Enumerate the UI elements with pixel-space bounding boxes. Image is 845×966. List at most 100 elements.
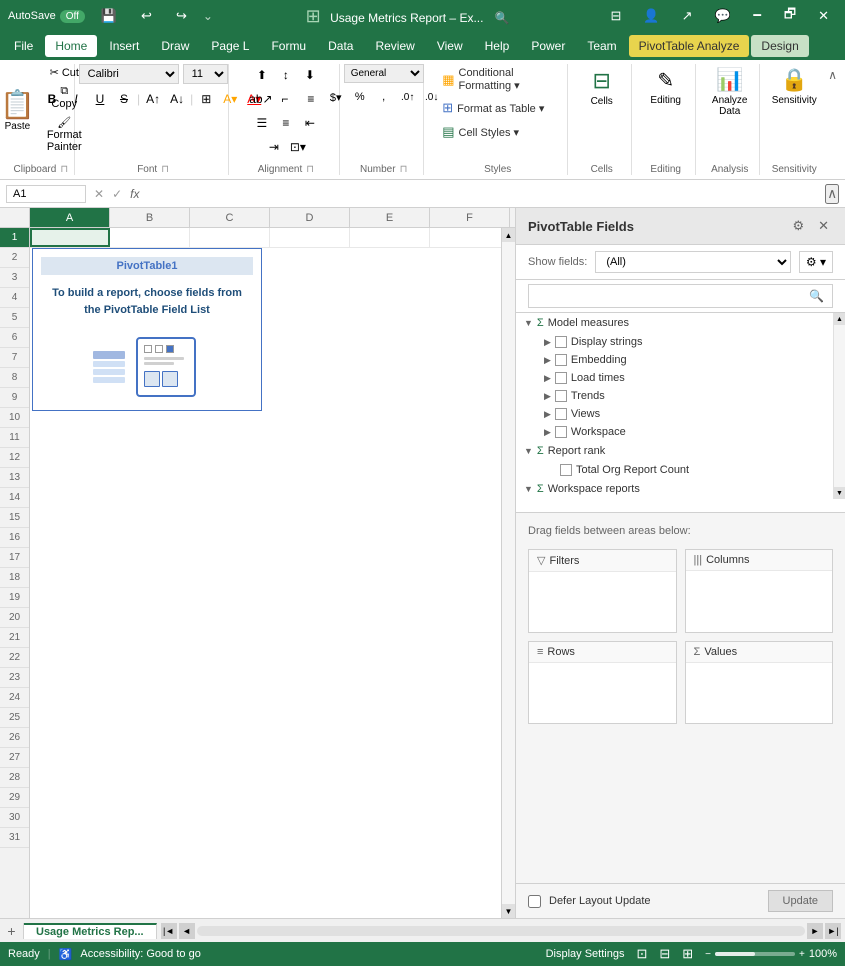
- menu-formulas[interactable]: Formu: [261, 35, 316, 57]
- vertical-scrollbar[interactable]: ▲ ▼: [501, 228, 515, 918]
- merge-button[interactable]: ⊡▾: [287, 136, 309, 158]
- row-num-26[interactable]: 26: [0, 728, 29, 748]
- view-page-layout-icon[interactable]: ⊟: [659, 946, 670, 962]
- borders-button[interactable]: ⊞: [195, 88, 217, 110]
- row-num-5[interactable]: 5: [0, 308, 29, 328]
- ribbon-toggle-button[interactable]: ⊟: [602, 4, 629, 28]
- row-num-18[interactable]: 18: [0, 568, 29, 588]
- font-expand-icon[interactable]: ⊓: [161, 164, 169, 175]
- cell-b1[interactable]: [110, 228, 190, 247]
- sheet-tab-usage-metrics[interactable]: Usage Metrics Rep...: [24, 923, 157, 939]
- checkbox-workspace[interactable]: [555, 426, 567, 438]
- row-num-1[interactable]: 1: [0, 228, 29, 248]
- align-top-button[interactable]: ⬆: [251, 64, 273, 86]
- row-num-17[interactable]: 17: [0, 548, 29, 568]
- col-header-e[interactable]: E: [350, 208, 430, 227]
- scroll-track[interactable]: [502, 242, 515, 904]
- scroll-up-button[interactable]: ▲: [502, 228, 515, 242]
- row-num-6[interactable]: 6: [0, 328, 29, 348]
- fields-scrollbar[interactable]: ▲ ▼: [833, 313, 845, 499]
- field-load-times[interactable]: ▶ Load times: [516, 369, 833, 387]
- strikethrough-button[interactable]: S: [113, 88, 135, 110]
- pivot-panel-close-button[interactable]: ✕: [814, 216, 833, 236]
- bold-button[interactable]: B: [41, 88, 63, 110]
- field-views[interactable]: ▶ Views: [516, 405, 833, 423]
- row-num-2[interactable]: 2: [0, 248, 29, 268]
- align-right-button[interactable]: ≡: [275, 112, 297, 134]
- undo-button[interactable]: ↩: [133, 4, 160, 28]
- row-num-27[interactable]: 27: [0, 748, 29, 768]
- font-family-select[interactable]: Calibri: [79, 64, 179, 84]
- menu-file[interactable]: File: [4, 35, 43, 57]
- indent-decrease-button[interactable]: ⇤: [299, 112, 321, 134]
- row-num-15[interactable]: 15: [0, 508, 29, 528]
- drag-zone-filters[interactable]: ▽ Filters: [528, 549, 677, 633]
- col-header-a[interactable]: A: [30, 208, 110, 227]
- help-button[interactable]: 👤: [635, 4, 667, 28]
- workspace-reports-header[interactable]: ▼ Σ Workspace reports: [516, 479, 833, 499]
- autosave-toggle[interactable]: Off: [60, 10, 85, 23]
- formula-input[interactable]: [143, 185, 821, 203]
- h-scroll-track[interactable]: [197, 926, 805, 936]
- cell-f1[interactable]: [430, 228, 510, 247]
- share-button[interactable]: ↗: [674, 4, 701, 28]
- checkbox-views[interactable]: [555, 408, 567, 420]
- row-num-8[interactable]: 8: [0, 368, 29, 388]
- font-size-select[interactable]: 11: [183, 64, 228, 84]
- field-embedding[interactable]: ▶ Embedding: [516, 351, 833, 369]
- fields-gear-button[interactable]: ⚙ ▾: [799, 251, 833, 273]
- drag-zone-rows[interactable]: ≡ Rows: [528, 641, 677, 724]
- report-rank-header[interactable]: ▼ Σ Report rank: [516, 441, 833, 461]
- alignment-expand-icon[interactable]: ⊓: [306, 164, 314, 175]
- drag-zone-values[interactable]: Σ Values: [685, 641, 834, 724]
- view-normal-icon[interactable]: ⊡: [636, 946, 647, 962]
- ribbon-collapse-button[interactable]: ∧: [828, 68, 837, 82]
- menu-team[interactable]: Team: [577, 35, 626, 57]
- restore-button[interactable]: 🗗: [776, 1, 804, 31]
- col-header-d[interactable]: D: [270, 208, 350, 227]
- row-num-13[interactable]: 13: [0, 468, 29, 488]
- row-num-23[interactable]: 23: [0, 668, 29, 688]
- menu-power[interactable]: Power: [521, 35, 575, 57]
- row-num-24[interactable]: 24: [0, 688, 29, 708]
- menu-help[interactable]: Help: [475, 35, 520, 57]
- menu-view[interactable]: View: [427, 35, 473, 57]
- field-trends[interactable]: ▶ Trends: [516, 387, 833, 405]
- wrap-text-button[interactable]: ⌐: [274, 88, 296, 110]
- col-header-c[interactable]: C: [190, 208, 270, 227]
- row-num-4[interactable]: 4: [0, 288, 29, 308]
- formula-expand-button[interactable]: ∧: [825, 184, 839, 204]
- increase-decimal-button[interactable]: .0↑: [397, 86, 419, 108]
- row-num-9[interactable]: 9: [0, 388, 29, 408]
- scroll-right-button[interactable]: ►: [807, 923, 823, 939]
- field-workspace[interactable]: ▶ Workspace: [516, 423, 833, 441]
- align-middle-button[interactable]: ↕: [275, 64, 297, 86]
- underline-button[interactable]: U: [89, 88, 111, 110]
- redo-button[interactable]: ↪: [168, 4, 195, 28]
- show-fields-select[interactable]: (All): [595, 251, 791, 273]
- add-sheet-button[interactable]: +: [0, 923, 24, 939]
- row-num-10[interactable]: 10: [0, 408, 29, 428]
- fields-scroll-up[interactable]: ▲: [834, 313, 845, 325]
- fields-scroll-down[interactable]: ▼: [834, 487, 845, 499]
- cell-d1[interactable]: [270, 228, 350, 247]
- row-num-16[interactable]: 16: [0, 528, 29, 548]
- indent-increase-button[interactable]: ⇥: [263, 136, 285, 158]
- menu-insert[interactable]: Insert: [99, 35, 149, 57]
- row-num-11[interactable]: 11: [0, 428, 29, 448]
- cell-e1[interactable]: [350, 228, 430, 247]
- decrease-font-button[interactable]: A↓: [166, 88, 188, 110]
- defer-checkbox[interactable]: [528, 895, 541, 908]
- name-box[interactable]: [6, 185, 86, 203]
- scroll-down-button[interactable]: ▼: [502, 904, 515, 918]
- currency-button[interactable]: $▾: [325, 86, 347, 108]
- checkbox-embedding[interactable]: [555, 354, 567, 366]
- menu-pivottable-analyze[interactable]: PivotTable Analyze: [629, 35, 750, 57]
- italic-button[interactable]: I: [65, 88, 87, 110]
- row-num-21[interactable]: 21: [0, 628, 29, 648]
- row-num-19[interactable]: 19: [0, 588, 29, 608]
- comments-button[interactable]: 💬: [706, 4, 738, 28]
- cancel-formula-icon[interactable]: ✕: [94, 187, 104, 201]
- sensitivity-button[interactable]: 🔒 Sensitivity: [766, 64, 823, 109]
- search-icon[interactable]: 🔍: [495, 11, 510, 25]
